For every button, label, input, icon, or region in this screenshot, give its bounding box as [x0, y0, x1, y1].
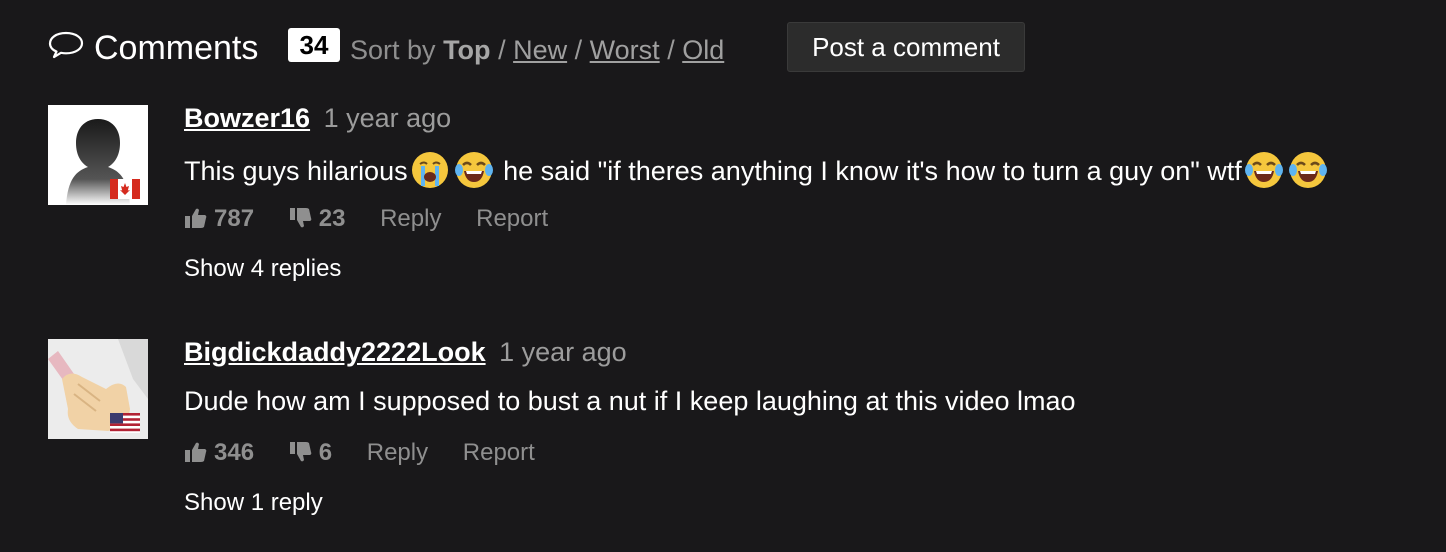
dislike-button[interactable]: 6	[289, 438, 332, 468]
thumbs-down-icon	[289, 442, 312, 462]
dislike-count: 23	[318, 205, 346, 232]
tears-of-joy-face-icon	[1288, 152, 1327, 188]
show-replies-link[interactable]: Show 1 reply	[184, 488, 323, 518]
comment-actions: 346 6 Reply Report	[184, 438, 563, 468]
tears-of-joy-face-icon	[1244, 152, 1283, 188]
speech-bubble-icon	[48, 31, 84, 59]
like-button[interactable]: 787	[184, 204, 254, 234]
report-button[interactable]: Report	[476, 204, 548, 234]
comment-meta: Bigdickdaddy2222Look 1 year ago	[184, 336, 627, 368]
sort-control: Sort by Top / New / Worst / Old	[350, 34, 724, 66]
comment-text-part: This guys hilarious	[184, 156, 408, 186]
thumbs-up-icon	[185, 442, 207, 462]
usa-flag-icon	[110, 413, 140, 433]
like-button[interactable]: 346	[184, 438, 254, 468]
username-link[interactable]: Bigdickdaddy2222Look	[184, 337, 486, 367]
avatar[interactable]	[48, 339, 148, 439]
post-comment-button[interactable]: Post a comment	[787, 22, 1025, 72]
thumbs-up-icon	[185, 208, 207, 228]
comment-text-part: he said "if theres anything I know it's …	[495, 156, 1242, 186]
username-link[interactable]: Bowzer16	[184, 103, 310, 133]
comment-timestamp: 1 year ago	[323, 103, 452, 133]
comments-header: Comments 34 Sort by Top / New / Worst / …	[48, 22, 1428, 72]
comment-count-badge: 34	[288, 28, 340, 62]
sort-separator: /	[498, 35, 506, 65]
comments-title: Comments	[94, 29, 259, 67]
like-count: 787	[214, 205, 255, 232]
sort-option-top[interactable]: Top	[443, 35, 490, 65]
tears-of-joy-face-icon	[454, 152, 493, 188]
avatar[interactable]	[48, 105, 148, 205]
sort-option-old[interactable]: Old	[682, 35, 724, 65]
sort-label: Sort by	[350, 35, 436, 65]
comment-text: Dude how am I supposed to bust a nut if …	[184, 386, 1076, 416]
comment-meta: Bowzer16 1 year ago	[184, 102, 451, 134]
report-button[interactable]: Report	[463, 438, 535, 468]
like-count: 346	[214, 439, 255, 466]
comment-text: This guys hilarious he said "if theres a…	[184, 150, 1330, 190]
sort-separator: /	[667, 35, 675, 65]
thumbs-down-icon	[289, 208, 312, 228]
reply-button[interactable]: Reply	[367, 438, 428, 468]
show-replies-link[interactable]: Show 4 replies	[184, 254, 341, 284]
sort-option-new[interactable]: New	[513, 35, 567, 65]
sort-separator: /	[574, 35, 583, 65]
sort-option-worst[interactable]: Worst	[590, 35, 660, 65]
reply-button[interactable]: Reply	[380, 204, 441, 234]
loudly-crying-face-icon	[411, 152, 448, 188]
dislike-button[interactable]: 23	[289, 204, 346, 234]
comment-timestamp: 1 year ago	[499, 337, 627, 367]
dislike-count: 6	[318, 439, 333, 466]
comment-actions: 787 23 Reply Report	[184, 204, 576, 234]
canada-flag-icon	[110, 179, 140, 199]
